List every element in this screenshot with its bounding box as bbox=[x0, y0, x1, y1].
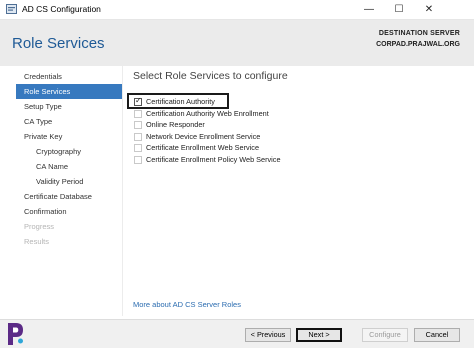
nav-item-validity-period[interactable]: Validity Period bbox=[16, 174, 122, 189]
nav-item-ca-type[interactable]: CA Type bbox=[16, 114, 122, 129]
nav-item-cryptography[interactable]: Cryptography bbox=[16, 144, 122, 159]
role-label: Online Responder bbox=[146, 120, 205, 129]
previous-button[interactable]: < Previous bbox=[245, 328, 291, 342]
maximize-button[interactable]: ☐ bbox=[384, 0, 414, 19]
wizard-footer: < Previous Next > Configure Cancel bbox=[0, 319, 474, 348]
server-manager-icon bbox=[6, 4, 17, 14]
more-about-roles-link[interactable]: More about AD CS Server Roles bbox=[133, 300, 241, 309]
maximize-icon: ☐ bbox=[394, 4, 404, 15]
page-title: Role Services bbox=[12, 35, 105, 52]
title-bar: AD CS Configuration — ☐ ✕ bbox=[0, 0, 474, 20]
role-label: Certification Authority Web Enrollment bbox=[146, 108, 269, 118]
wizard-header: Role Services DESTINATION SERVER CORPAD.… bbox=[0, 20, 474, 66]
role-label: Certificate Enrollment Web Service bbox=[146, 143, 260, 152]
destination-server-label: DESTINATION SERVER bbox=[378, 30, 460, 37]
configure-button: Configure bbox=[362, 328, 408, 342]
nav-item-credentials[interactable]: Credentials bbox=[16, 69, 122, 84]
destination-server-name: CORPAD.PRAJWAL.ORG bbox=[376, 41, 460, 48]
annotation-highlight-box bbox=[127, 93, 229, 109]
nav-item-certificate-database[interactable]: Certificate Database bbox=[16, 189, 122, 204]
close-icon: ✕ bbox=[424, 4, 434, 15]
next-button[interactable]: Next > bbox=[296, 328, 342, 342]
checkbox-enrollment-policy-web-service[interactable] bbox=[134, 155, 142, 164]
prajwal-logo-icon bbox=[8, 323, 23, 345]
minimize-icon: — bbox=[364, 4, 374, 15]
nav-item-role-services[interactable]: Role Services bbox=[16, 84, 122, 99]
close-button[interactable]: ✕ bbox=[414, 0, 444, 19]
nav-item-ca-name[interactable]: CA Name bbox=[16, 159, 122, 174]
window-title: AD CS Configuration bbox=[22, 4, 101, 14]
main-content: Select Role Services to configure ✓ Cert… bbox=[133, 68, 463, 164]
checkbox-enrollment-web-service[interactable] bbox=[134, 144, 142, 152]
nav-item-private-key[interactable]: Private Key bbox=[16, 129, 122, 144]
checkbox-ca-web-enrollment[interactable] bbox=[134, 109, 142, 118]
minimize-button[interactable]: — bbox=[354, 0, 384, 19]
role-label: Network Device Enrollment Service bbox=[146, 131, 261, 141]
cancel-button[interactable]: Cancel bbox=[414, 328, 460, 342]
nav-item-setup-type[interactable]: Setup Type bbox=[16, 99, 122, 114]
nav-divider bbox=[122, 66, 123, 316]
nav-item-progress: Progress bbox=[24, 222, 55, 231]
nav-item-results: Results bbox=[24, 237, 50, 246]
wizard-nav: Credentials Role Services Setup Type CA … bbox=[16, 69, 122, 249]
section-heading: Select Role Services to configure bbox=[133, 70, 288, 82]
nav-item-confirmation[interactable]: Confirmation bbox=[16, 204, 122, 219]
role-label: Certificate Enrollment Policy Web Servic… bbox=[146, 154, 281, 164]
checkbox-online-responder[interactable] bbox=[134, 121, 142, 129]
checkbox-ndes[interactable] bbox=[134, 132, 142, 141]
